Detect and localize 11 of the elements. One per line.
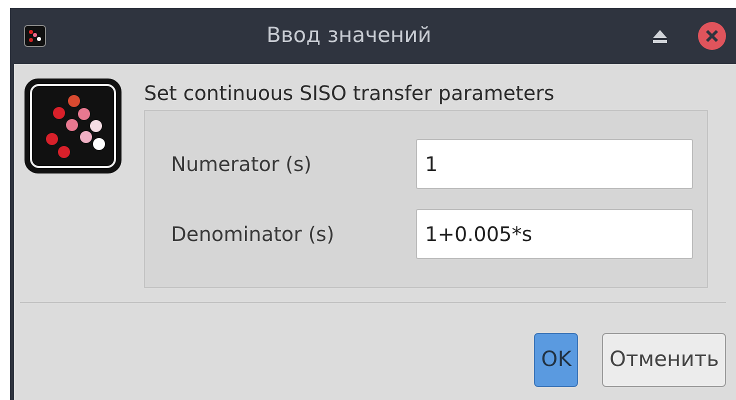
- eject-icon[interactable]: [652, 29, 668, 43]
- cancel-button[interactable]: Отменить: [602, 333, 726, 387]
- group-title: Set continuous SISO transfer parameters: [144, 80, 556, 107]
- input-field[interactable]: 1: [416, 139, 693, 189]
- window-title: Ввод значений: [266, 23, 432, 48]
- ok-button[interactable]: OK: [534, 333, 578, 387]
- field-label: Numerator (s): [171, 151, 313, 178]
- close-icon[interactable]: [698, 22, 726, 50]
- input-field[interactable]: 1+0.005*s: [416, 209, 693, 259]
- field-label: Denominator (s): [171, 221, 336, 248]
- app-icon: [24, 25, 46, 47]
